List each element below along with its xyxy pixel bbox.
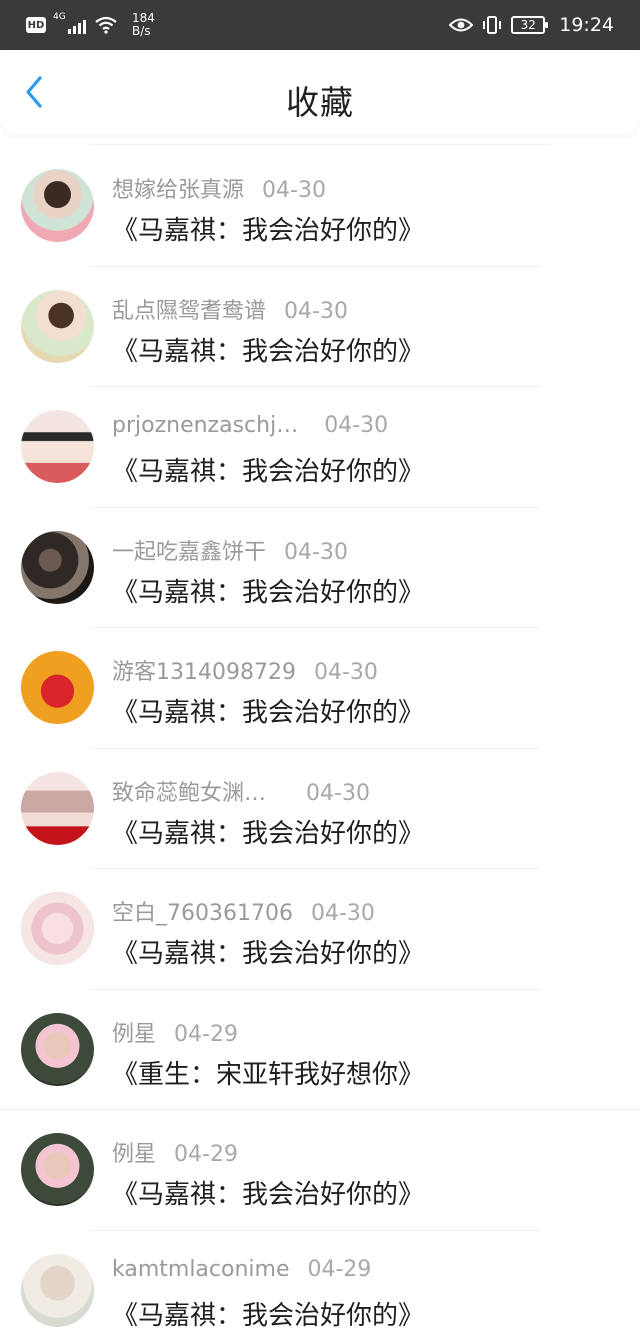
item-meta: 一起吃嘉鑫饼干 04-30: [112, 534, 348, 566]
list-item[interactable]: 想嫁给张真源 04-30 《马嘉祺：我会治好你的》: [0, 146, 640, 267]
avatar-icon[interactable]: [21, 1133, 94, 1206]
item-meta: kamtmlaconime 04-29: [112, 1257, 371, 1282]
avatar-icon[interactable]: [21, 651, 94, 724]
page-title: 收藏: [286, 83, 354, 122]
username[interactable]: 游客1314098729: [112, 654, 296, 686]
username[interactable]: kamtmlaconime: [112, 1257, 290, 1282]
list-item[interactable]: 例星 04-29 《马嘉祺：我会治好你的》: [0, 1110, 640, 1231]
hd-badge: HD: [26, 17, 46, 33]
date-label: 04-30: [313, 660, 378, 685]
item-meta: 想嫁给张真源 04-30: [112, 172, 326, 204]
date-label: 04-30: [310, 901, 375, 926]
date-label: 04-30: [262, 178, 326, 203]
list-item[interactable]: 一起吃嘉鑫饼干 04-30 《马嘉祺：我会治好你的》: [0, 508, 640, 628]
divider: [90, 144, 550, 145]
list-item[interactable]: 游客1314098729 04-30 《马嘉祺：我会治好你的》: [0, 628, 640, 749]
list-item[interactable]: 空白_760361706 04-30 《马嘉祺：我会治好你的》: [0, 869, 640, 990]
date-label: 04-30: [306, 780, 370, 806]
battery-indicator: 32: [511, 16, 549, 34]
username[interactable]: 空白_760361706: [112, 895, 293, 927]
avatar-icon[interactable]: [21, 771, 94, 845]
avatar-icon[interactable]: [21, 892, 94, 965]
wifi-icon: [95, 16, 117, 34]
avatar-icon[interactable]: [21, 530, 94, 604]
list-item[interactable]: prjoznenzaschj… 04-30 《马嘉祺：我会治好你的》: [0, 387, 640, 508]
item-meta: 例星 04-29: [112, 1016, 238, 1048]
item-meta: prjoznenzaschj… 04-30: [112, 413, 388, 438]
item-title[interactable]: 《马嘉祺：我会治好你的》: [112, 572, 424, 609]
item-title[interactable]: 《马嘉祺：我会治好你的》: [112, 210, 424, 247]
status-bar: HD 4G 184 B/s 32 19:24: [0, 0, 640, 50]
item-meta: 空白_760361706 04-30: [112, 895, 375, 927]
username[interactable]: 例星: [112, 1016, 156, 1048]
status-bar-left: HD 4G 184 B/s: [26, 12, 155, 37]
item-meta: 游客1314098729 04-30: [112, 654, 378, 686]
item-meta: 例星 04-29: [112, 1136, 238, 1168]
avatar-icon[interactable]: [21, 410, 94, 483]
date-label: 04-29: [174, 1142, 238, 1167]
item-title[interactable]: 《马嘉祺：我会治好你的》: [112, 1174, 424, 1211]
clock: 19:24: [559, 14, 614, 36]
username[interactable]: 致命蕊鲍女渊…: [112, 775, 266, 807]
network-type: 4G: [53, 12, 66, 22]
date-label: 04-30: [284, 539, 348, 565]
username[interactable]: 一起吃嘉鑫饼干: [112, 534, 266, 566]
username[interactable]: 乱点隰鸳耆鸯谱: [112, 293, 266, 325]
item-meta: 致命蕊鲍女渊… 04-30: [112, 775, 370, 807]
list-item[interactable]: 例星 04-29 《重生：宋亚轩我好想你》: [0, 990, 640, 1110]
item-title[interactable]: 《马嘉祺：我会治好你的》: [112, 933, 424, 970]
speed-unit: B/s: [132, 24, 151, 38]
nav-header: 收藏: [0, 50, 640, 134]
item-title[interactable]: 《马嘉祺：我会治好你的》: [112, 813, 424, 850]
item-meta: 乱点隰鸳耆鸯谱 04-30: [112, 293, 348, 325]
status-bar-right: 32 19:24: [449, 14, 614, 36]
date-label: 04-29: [307, 1256, 372, 1282]
item-title[interactable]: 《重生：宋亚轩我好想你》: [112, 1054, 424, 1091]
vibrate-icon: [483, 16, 502, 34]
item-title[interactable]: 《马嘉祺：我会治好你的》: [112, 692, 424, 729]
username[interactable]: 例星: [112, 1136, 156, 1168]
favorites-list: 想嫁给张真源 04-30 《马嘉祺：我会治好你的》 乱点隰鸳耆鸯谱 04-30 …: [0, 146, 640, 1330]
item-title[interactable]: 《马嘉祺：我会治好你的》: [112, 1295, 424, 1330]
date-label: 04-30: [324, 413, 389, 438]
list-item[interactable]: kamtmlaconime 04-29 《马嘉祺：我会治好你的》: [0, 1231, 640, 1330]
eye-icon: [449, 18, 474, 32]
list-item[interactable]: 乱点隰鸳耆鸯谱 04-30 《马嘉祺：我会治好你的》: [0, 267, 640, 387]
item-title[interactable]: 《马嘉祺：我会治好你的》: [112, 331, 424, 368]
avatar-icon[interactable]: [21, 289, 94, 363]
avatar-icon[interactable]: [21, 1012, 94, 1086]
list-item[interactable]: 致命蕊鲍女渊… 04-30 《马嘉祺：我会治好你的》: [0, 749, 640, 869]
avatar-icon[interactable]: [21, 1253, 94, 1327]
date-label: 04-29: [174, 1021, 238, 1047]
cell-signal-icon: 4G: [53, 12, 86, 34]
username[interactable]: prjoznenzaschj…: [112, 413, 298, 438]
username[interactable]: 想嫁给张真源: [112, 172, 244, 204]
item-title[interactable]: 《马嘉祺：我会治好你的》: [112, 451, 424, 488]
date-label: 04-30: [284, 298, 348, 324]
avatar-icon[interactable]: [21, 169, 94, 242]
network-speed: 184 B/s: [132, 12, 155, 37]
